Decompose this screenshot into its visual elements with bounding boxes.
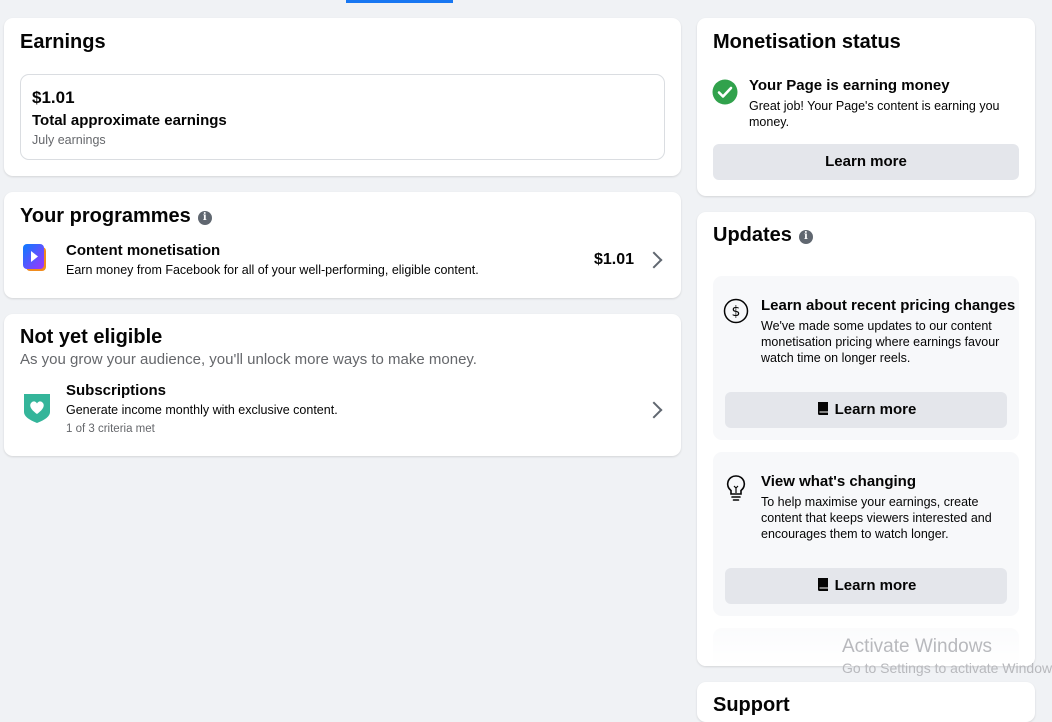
activate-windows-hint: Go to Settings to activate Windows.	[842, 660, 1052, 676]
update-title: View what's changing	[761, 473, 916, 490]
changing-learn-more-button[interactable]: Learn more	[725, 568, 1007, 604]
updates-card: Updates i $ Learn about recent pricing ch…	[697, 212, 1035, 666]
update-item-changing: View what's changing To help maximise yo…	[713, 452, 1019, 616]
update-item-pricing: $ Learn about recent pricing changes We'…	[713, 276, 1019, 440]
support-card: Support	[697, 682, 1035, 722]
book-icon	[817, 578, 828, 591]
check-circle-icon	[712, 79, 738, 105]
earnings-title: Earnings	[20, 31, 106, 53]
programme-amount: $1.01	[594, 251, 635, 268]
book-icon	[817, 402, 828, 415]
update-desc: We've made some updates to our content m…	[761, 319, 1000, 365]
subscriptions-heart-icon	[24, 394, 50, 423]
not-eligible-subtitle: As you grow your audience, you'll unlock…	[20, 351, 477, 368]
button-label: Learn more	[834, 401, 917, 418]
pricing-learn-more-button[interactable]: Learn more	[725, 392, 1007, 428]
earnings-period: July earnings	[32, 133, 106, 147]
updates-title: Updates i	[713, 224, 813, 247]
dollar-circle-icon: $	[723, 298, 749, 324]
programmes-title-text: Your programmes	[20, 205, 191, 227]
programmes-title: Your programmes i	[20, 205, 212, 228]
info-icon[interactable]: i	[798, 230, 813, 244]
button-label: Learn more	[834, 577, 917, 594]
subscriptions-criteria: 1 of 3 criteria met	[66, 423, 155, 435]
info-icon[interactable]: i	[197, 211, 212, 225]
earnings-card: Earnings $1.01 Total approximate earning…	[4, 18, 681, 176]
lightbulb-icon	[726, 475, 746, 501]
update-desc: To help maximise your earnings, create c…	[761, 495, 992, 541]
active-tab-indicator	[346, 0, 453, 3]
support-title: Support	[713, 694, 790, 716]
monetisation-status-card: Monetisation status Your Page is earning…	[697, 18, 1035, 196]
subscriptions-title: Subscriptions	[66, 382, 167, 399]
not-eligible-card: Not yet eligible As you grow your audien…	[4, 314, 681, 456]
earnings-summary-box[interactable]: $1.01 Total approximate earnings July ea…	[20, 74, 665, 160]
programme-desc: Earn money from Facebook for all of your…	[66, 263, 479, 277]
chevron-right-icon	[645, 401, 663, 419]
activate-windows-watermark: Activate Windows	[842, 636, 992, 657]
subscriptions-row[interactable]: Subscriptions Generate income monthly wi…	[4, 378, 681, 442]
not-eligible-title: Not yet eligible	[20, 326, 163, 348]
subscriptions-desc: Generate income monthly with exclusive c…	[66, 403, 338, 417]
update-title: Learn about recent pricing changes	[761, 297, 1016, 314]
updates-title-text: Updates	[713, 224, 792, 246]
programmes-card: Your programmes i Content monetisation Ea…	[4, 192, 681, 298]
monetisation-learn-more-button[interactable]: Learn more	[713, 144, 1019, 180]
programme-row-content-monetisation[interactable]: Content monetisation Earn money from Fac…	[4, 238, 681, 288]
chevron-right-icon	[645, 251, 663, 269]
monetisation-title: Monetisation status	[713, 31, 901, 53]
status-title: Your Page is earning money	[749, 77, 950, 94]
programme-title: Content monetisation	[66, 242, 221, 259]
earnings-label: Total approximate earnings	[32, 112, 227, 129]
earnings-amount: $1.01	[32, 88, 75, 107]
svg-text:$: $	[732, 304, 741, 320]
content-monetisation-icon	[23, 244, 46, 271]
status-desc: Great job! Your Page's content is earnin…	[749, 99, 1000, 129]
